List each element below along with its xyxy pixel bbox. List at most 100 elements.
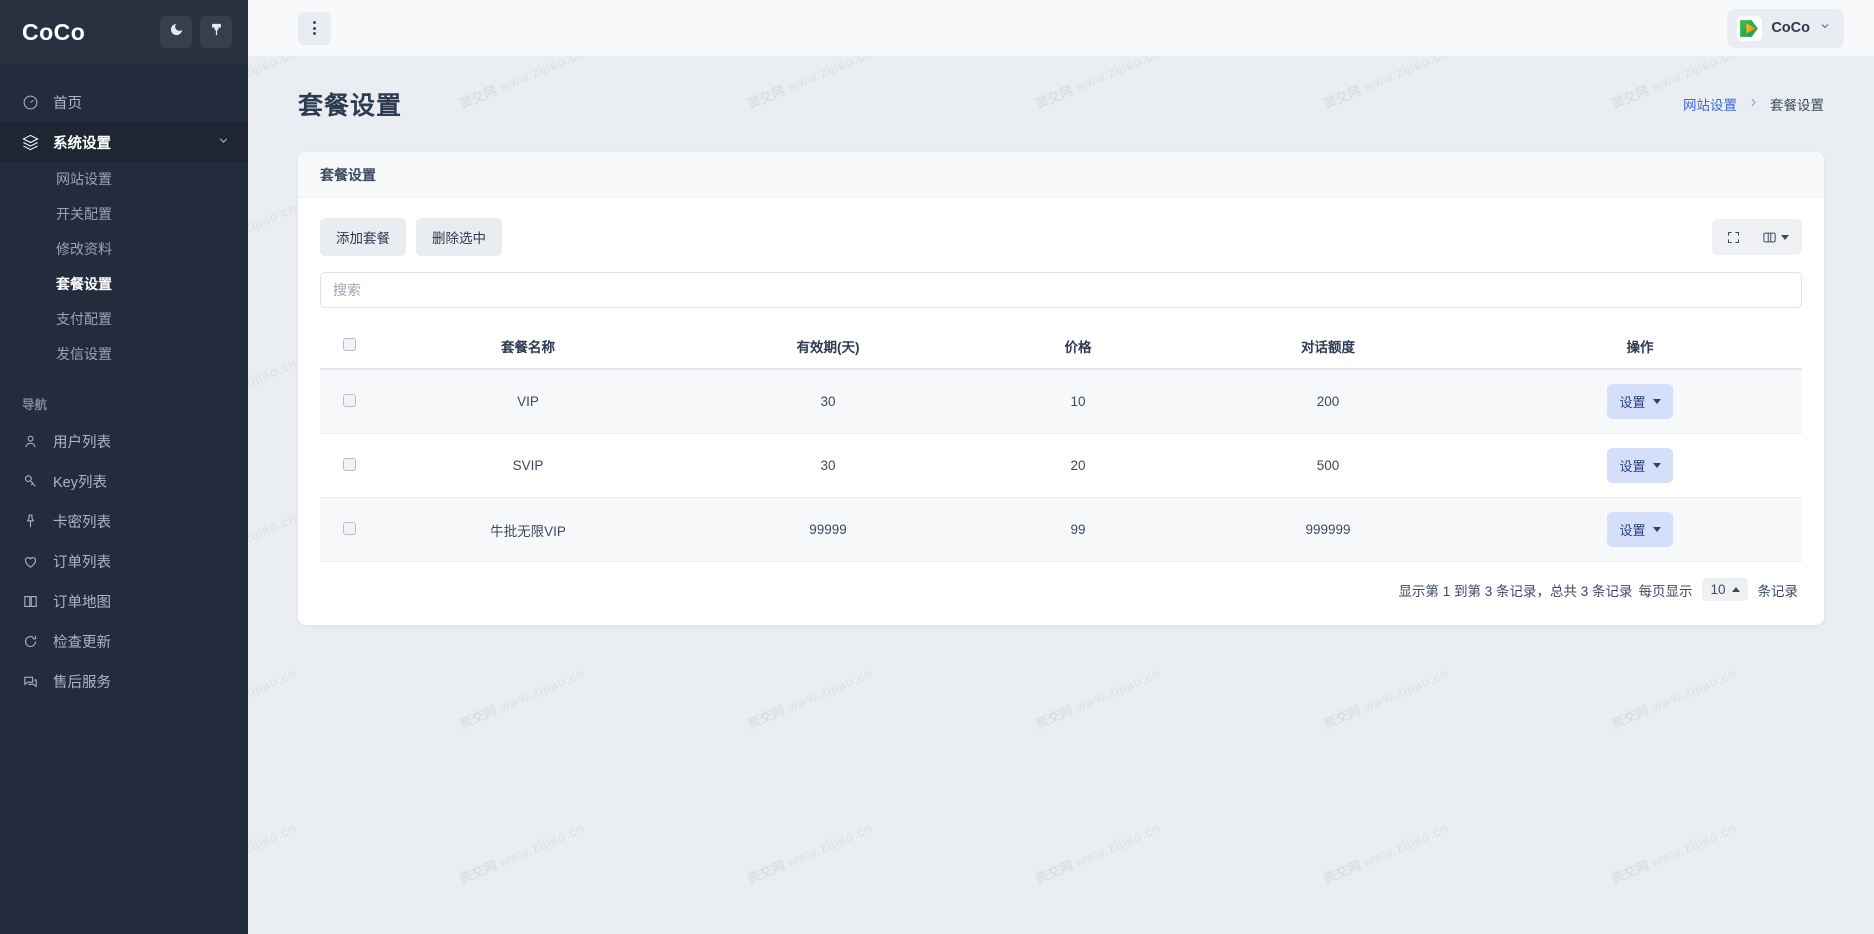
select-all-checkbox[interactable] [343, 338, 356, 351]
settings-dropdown-button[interactable]: 设置 [1607, 448, 1672, 483]
cell-price: 99 [978, 498, 1178, 562]
page-title: 套餐设置 [298, 86, 402, 122]
cell-actions: 设置 [1478, 369, 1802, 434]
top-bar: CoCo [248, 0, 1874, 56]
delete-selected-button[interactable]: 删除选中 [416, 218, 502, 256]
avatar [1737, 16, 1762, 41]
sidebar-item-key-list[interactable]: Key列表 [0, 461, 248, 501]
sidebar-item-home[interactable]: 首页 [0, 82, 248, 122]
cell-name: SVIP [378, 434, 678, 498]
dark-mode-toggle[interactable] [160, 16, 192, 48]
key-icon [22, 473, 39, 490]
sidebar-item-after-sales[interactable]: 售后服务 [0, 661, 248, 701]
sidebar-subitem-edit-profile[interactable]: 修改资料 [0, 232, 248, 267]
sidebar-item-card-list[interactable]: 卡密列表 [0, 501, 248, 541]
refresh-icon [22, 633, 39, 650]
sidebar-subitem-mail-settings[interactable]: 发信设置 [0, 337, 248, 372]
sidebar-item-order-list[interactable]: 订单列表 [0, 541, 248, 581]
pagination: 显示第 1 到第 3 条记录，总共 3 条记录 每页显示 10 条记录 [320, 562, 1802, 611]
table-row: 牛批无限VIP 99999 99 999999 设置 [320, 498, 1802, 562]
sidebar-subitem-package-settings[interactable]: 套餐设置 [0, 267, 248, 302]
book-icon [22, 593, 39, 610]
select-all-header [320, 324, 378, 369]
sidebar-item-label: 订单列表 [53, 551, 111, 572]
cell-quota: 999999 [1178, 498, 1478, 562]
content-area: 套餐设置 添加套餐 删除选中 [248, 152, 1874, 625]
pin-icon [22, 513, 39, 530]
brush-icon [209, 22, 224, 42]
breadcrumb-parent[interactable]: 网站设置 [1683, 94, 1737, 114]
sidebar-section-label: 导航 [0, 372, 248, 421]
gauge-icon [22, 94, 39, 111]
caret-down-icon [1653, 527, 1661, 532]
per-page-select[interactable]: 10 [1702, 578, 1747, 601]
row-select-cell [320, 434, 378, 498]
sidebar-item-system-settings[interactable]: 系统设置 [0, 122, 248, 162]
cell-days: 99999 [678, 498, 978, 562]
cell-name: 牛批无限VIP [378, 498, 678, 562]
column-header-days[interactable]: 有效期(天) [678, 324, 978, 369]
caret-down-icon [1653, 399, 1661, 404]
column-header-quota[interactable]: 对话额度 [1178, 324, 1478, 369]
cell-quota: 500 [1178, 434, 1478, 498]
caret-down-icon [1781, 235, 1789, 240]
row-select-cell [320, 498, 378, 562]
packages-table: 套餐名称 有效期(天) 价格 对话额度 操作 [320, 324, 1802, 562]
breadcrumb: 网站设置 套餐设置 [1683, 94, 1824, 114]
sidebar-item-label: 系统设置 [53, 132, 111, 153]
settings-button-label: 设置 [1619, 456, 1645, 475]
cell-days: 30 [678, 369, 978, 434]
breadcrumb-current: 套餐设置 [1770, 94, 1824, 114]
layers-icon [22, 134, 39, 151]
sidebar-item-check-update[interactable]: 检查更新 [0, 621, 248, 661]
chevron-down-icon [1819, 19, 1831, 37]
vertical-dots-icon[interactable] [298, 12, 331, 45]
cell-price: 20 [978, 434, 1178, 498]
sidebar-nav: 首页 系统设置 网站设置 开关配置 修改资料 套餐设置 支付配置 发信设置 导航 [0, 64, 248, 934]
sidebar-subitem-switch-config[interactable]: 开关配置 [0, 197, 248, 232]
package-settings-card: 套餐设置 添加套餐 删除选中 [298, 152, 1824, 625]
cell-quota: 200 [1178, 369, 1478, 434]
row-checkbox[interactable] [343, 522, 356, 535]
sidebar-item-label: 检查更新 [53, 631, 111, 652]
settings-dropdown-button[interactable]: 设置 [1607, 384, 1672, 419]
column-header-price[interactable]: 价格 [978, 324, 1178, 369]
row-checkbox[interactable] [343, 458, 356, 471]
columns-icon[interactable] [1752, 223, 1798, 251]
table-body: VIP 30 10 200 设置 [320, 369, 1802, 562]
sidebar-item-label: 用户列表 [53, 431, 111, 452]
caret-down-icon [1653, 463, 1661, 468]
sidebar-subitem-payment-config[interactable]: 支付配置 [0, 302, 248, 337]
table-row: SVIP 30 20 500 设置 [320, 434, 1802, 498]
add-package-button[interactable]: 添加套餐 [320, 218, 406, 256]
settings-button-label: 设置 [1619, 520, 1645, 539]
user-menu[interactable]: CoCo [1727, 9, 1844, 48]
fullscreen-icon[interactable] [1716, 223, 1750, 251]
settings-dropdown-button[interactable]: 设置 [1607, 512, 1672, 547]
table-row: VIP 30 10 200 设置 [320, 369, 1802, 434]
row-checkbox[interactable] [343, 394, 356, 407]
card-title: 套餐设置 [298, 152, 1824, 198]
cell-actions: 设置 [1478, 434, 1802, 498]
page-header: 套餐设置 网站设置 套餐设置 [248, 56, 1874, 152]
cell-actions: 设置 [1478, 498, 1802, 562]
sidebar-item-user-list[interactable]: 用户列表 [0, 421, 248, 461]
search-input[interactable] [320, 272, 1802, 308]
user-name: CoCo [1771, 20, 1810, 36]
table-header: 套餐名称 有效期(天) 价格 对话额度 操作 [320, 324, 1802, 369]
caret-up-icon [1732, 587, 1740, 592]
sidebar-item-label: 订单地图 [53, 591, 111, 612]
chat-icon [22, 673, 39, 690]
sidebar-subitem-site-settings[interactable]: 网站设置 [0, 162, 248, 197]
table-header-row: 套餐名称 有效期(天) 价格 对话额度 操作 [320, 324, 1802, 369]
column-header-actions: 操作 [1478, 324, 1802, 369]
theme-brush-toggle[interactable] [200, 16, 232, 48]
sidebar-item-label: 售后服务 [53, 671, 111, 692]
column-header-name[interactable]: 套餐名称 [378, 324, 678, 369]
sidebar-item-label: 卡密列表 [53, 511, 111, 532]
cell-name: VIP [378, 369, 678, 434]
sidebar-item-order-map[interactable]: 订单地图 [0, 581, 248, 621]
settings-button-label: 设置 [1619, 392, 1645, 411]
sidebar-header: CoCo [0, 0, 248, 64]
sidebar-item-label: 首页 [53, 92, 82, 113]
